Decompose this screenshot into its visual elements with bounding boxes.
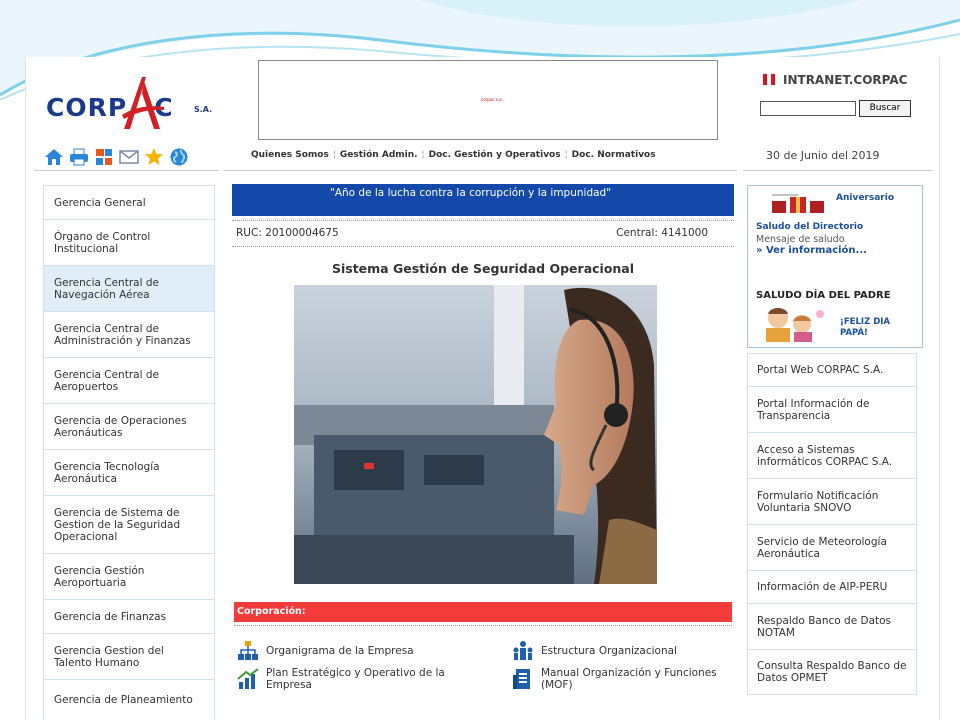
ruc-row: RUC: 20100004675 Central: 4141000 — [232, 220, 734, 247]
central-phone: Central: 4141000 — [616, 227, 708, 239]
nav-separator: ¦ — [332, 150, 336, 160]
right-menu-item[interactable]: Formulario Notificación Voluntaria SNOVO — [747, 478, 917, 524]
corporacion-header: Corporación: — [234, 602, 732, 622]
nav-separator: ¦ — [564, 150, 568, 160]
anniversary-title[interactable]: Aniversario — [836, 193, 894, 203]
year-motto-banner: "Año de la lucha contra la corrupción y … — [232, 184, 734, 216]
divider — [234, 625, 732, 626]
people-structure-icon — [513, 641, 533, 660]
plan-estrategico-link[interactable]: Plan Estratégico y Operativo de la Empre… — [236, 667, 486, 691]
divider — [223, 170, 737, 171]
feliz-dia-papa-text: ¡FELIZ DIA PAPÁ! — [840, 317, 890, 338]
left-menu-item[interactable]: Gerencia Central de Administración y Fin… — [43, 311, 215, 357]
growth-chart-icon — [237, 668, 259, 689]
banner-caption: corpac s.a. — [481, 97, 503, 102]
logo-suffix: S.A. — [194, 105, 213, 114]
left-menu-item[interactable]: Órgano de Control Institucional — [43, 219, 215, 265]
star-icon[interactable] — [144, 147, 164, 167]
saludo-padre-title: SALUDO DÍA DEL PADRE — [756, 290, 891, 301]
link-label: Estructura Organizacional — [541, 645, 677, 657]
father-child-illustration — [766, 308, 824, 342]
gift-icon — [772, 194, 824, 213]
left-menu-item[interactable]: Gerencia Central de Aeropuertos — [43, 357, 215, 403]
link-label: Plan Estratégico y Operativo de la Empre… — [266, 667, 445, 691]
link-label: Organigrama de la Empresa — [266, 645, 414, 657]
nav-quienes-somos[interactable]: Quienes Somos — [251, 150, 329, 160]
left-menu-item[interactable]: Gerencia General — [43, 185, 215, 219]
left-menu-item[interactable]: Gerencia Gestión Aeroportuaria — [43, 553, 215, 599]
intranet-title: INTRANET.CORPAC — [763, 73, 907, 87]
home-icon[interactable] — [44, 147, 64, 167]
header-banner: corpac s.a. — [258, 60, 718, 140]
search-input[interactable] — [760, 101, 856, 116]
controller-photo — [294, 285, 657, 584]
left-menu-item[interactable]: Gerencia Gestion del Talento Humano — [43, 633, 215, 679]
right-menu-item[interactable]: Portal Web CORPAC S.A. — [747, 353, 917, 386]
nav-separator: ¦ — [421, 150, 425, 160]
logo-wing-mark — [122, 77, 164, 129]
intranet-page: CORPC S.A. corpac s.a. INTRANET.CORPAC B… — [25, 57, 940, 720]
right-menu-item[interactable]: Portal Información de Transparencia — [747, 386, 917, 432]
organigrama-link[interactable]: Organigrama de la Empresa — [236, 639, 486, 663]
globe-icon[interactable] — [169, 147, 189, 167]
section-title: Sistema Gestión de Seguridad Operacional — [331, 261, 635, 276]
right-menu-item[interactable]: Información de AIP-PERU — [747, 570, 917, 603]
left-menu-item[interactable]: Gerencia de Finanzas — [43, 599, 215, 633]
manual-mof-link[interactable]: Manual Organización y Funciones (MOF) — [511, 667, 731, 691]
ruc-number: RUC: 20100004675 — [236, 227, 339, 239]
left-menu-item-active[interactable]: Gerencia Central de Navegación Aérea — [43, 265, 215, 311]
link-label: Manual Organización y Funciones (MOF) — [541, 667, 717, 691]
news-box: Aniversario Saludo del Directorio Mensaj… — [747, 185, 923, 348]
right-menu-item[interactable]: Respaldo Banco de Datos NOTAM — [747, 603, 917, 649]
sitemap-icon[interactable] — [94, 147, 114, 167]
left-menu-item[interactable]: Gerencia de Operaciones Aeronáuticas — [43, 403, 215, 449]
estructura-link[interactable]: Estructura Organizacional — [511, 639, 731, 663]
right-menu: Portal Web CORPAC S.A. Portal Informació… — [747, 353, 917, 695]
divider — [743, 170, 933, 171]
saludo-directorio-title: Saludo del Directorio — [756, 222, 864, 232]
current-date: 30 de Junio del 2019 — [766, 149, 880, 162]
saludo-message: Mensaje de saludo — [756, 234, 845, 245]
mail-icon[interactable] — [119, 147, 139, 167]
top-navigation: Quienes Somos ¦ Gestión Admin. ¦ Doc. Gestió… — [251, 150, 656, 160]
manual-icon — [513, 669, 530, 689]
nav-gestion-admin[interactable]: Gestión Admin. — [340, 150, 418, 160]
divider — [34, 170, 219, 171]
printer-icon[interactable] — [69, 147, 89, 167]
nav-doc-normativos[interactable]: Doc. Normativos — [572, 150, 656, 160]
left-menu: Gerencia General Órgano de Control Insti… — [43, 185, 215, 719]
right-menu-item[interactable]: Consulta Respaldo Banco de Datos OPMET — [747, 649, 917, 695]
org-chart-icon — [238, 641, 258, 660]
search-button[interactable]: Buscar — [859, 100, 911, 117]
nav-doc-gestion-operativos[interactable]: Doc. Gestión y Operativos — [429, 150, 561, 160]
peru-flag-icon — [763, 74, 775, 85]
left-menu-item[interactable]: Gerencia Tecnología Aeronáutica — [43, 449, 215, 495]
corpac-logo[interactable]: CORPC S.A. — [46, 75, 221, 135]
right-menu-item[interactable]: Servicio de Meteorología Aeronáutica — [747, 524, 917, 570]
ver-informacion-link[interactable]: » Ver información... — [756, 245, 867, 256]
left-menu-item[interactable]: Gerencia de Sistema de Gestion de la Seg… — [43, 495, 215, 553]
right-menu-item[interactable]: Acceso a Sistemas informáticos CORPAC S.… — [747, 432, 917, 478]
icon-toolbar — [44, 147, 189, 169]
left-menu-item[interactable]: Gerencia de Planeamiento — [43, 679, 215, 719]
